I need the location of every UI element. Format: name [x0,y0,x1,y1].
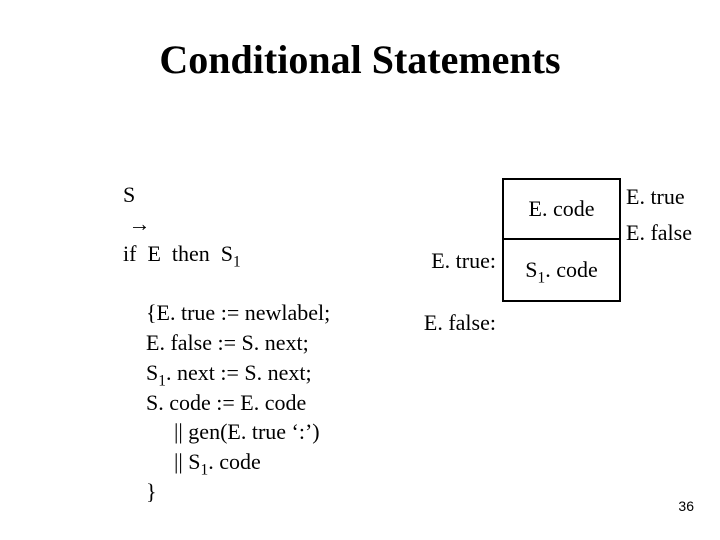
semantic-actions: {E. true := newlabel; E. false := S. nex… [146,298,330,506]
label-e-false-right: E. false [626,220,692,246]
production-rule: S → if E then S1 [90,150,330,298]
arrow-icon: → [129,211,151,236]
action-line: || S1. code [174,447,330,477]
label-e-true-left: E. true: [431,248,496,274]
action-line: E. false := S. next; [146,328,330,358]
action-line: } [146,477,330,507]
page-number: 36 [678,498,694,514]
rule-lhs: S [123,182,135,207]
action-line: S1. next := S. next; [146,358,330,388]
rule-rhs: if E then S1 [123,241,241,266]
label-e-false-left: E. false: [424,310,496,336]
box-s1-code: S1. code [504,240,619,300]
action-line: S. code := E. code [146,388,330,418]
action-line: {E. true := newlabel; [146,298,330,328]
box-e-code: E. code [504,180,619,240]
rule-block: S → if E then S1 {E. true := newlabel; E… [90,150,330,506]
code-layout-diagram: E. code S1. code E. true: E. false: E. t… [438,178,708,358]
code-boxes: E. code S1. code [502,178,621,302]
slide-title: Conditional Statements [0,36,720,83]
label-e-true-right: E. true [626,184,685,210]
slide: Conditional Statements S → if E then S1 … [0,0,720,540]
action-line: || gen(E. true ‘:’) [174,417,330,447]
